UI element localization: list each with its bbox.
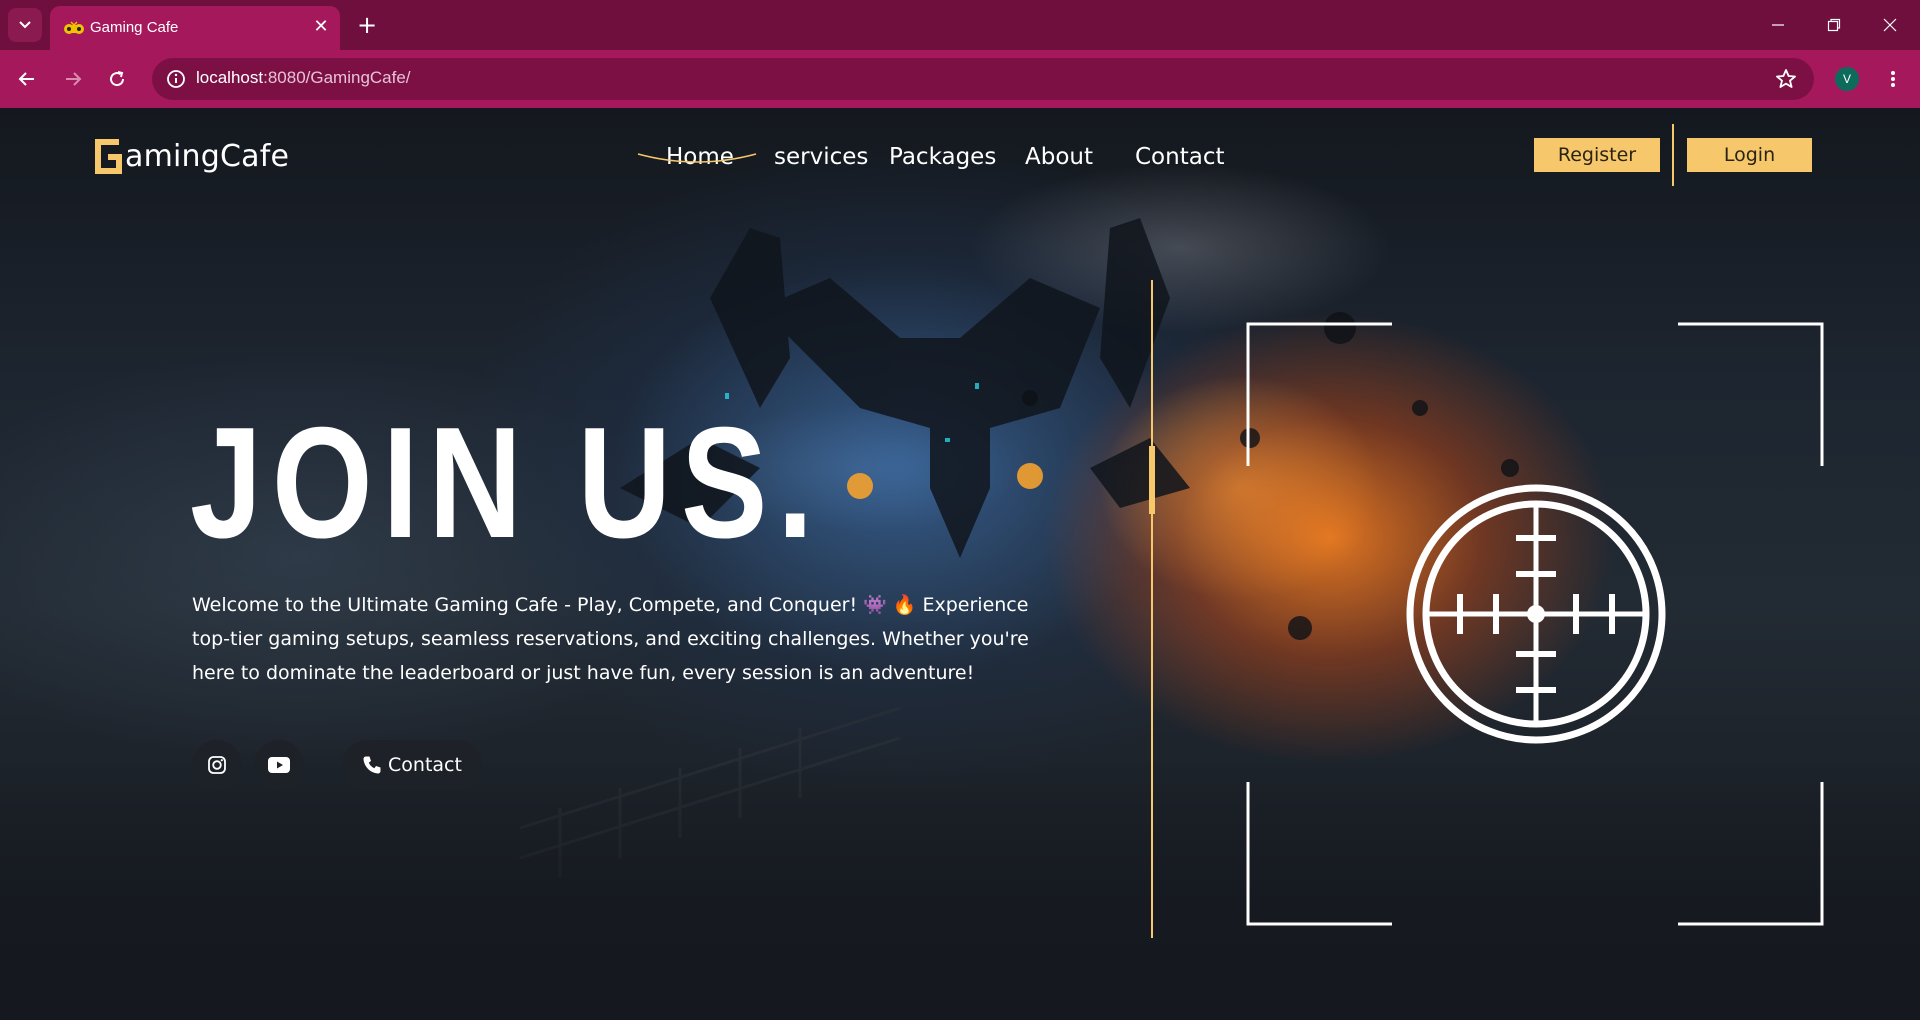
profile-avatar[interactable]: V bbox=[1835, 67, 1859, 91]
browser-tab-bar: Gaming Cafe ✕ + bbox=[0, 0, 1920, 50]
reload-icon bbox=[110, 71, 125, 87]
nav-about[interactable]: About bbox=[1025, 144, 1093, 170]
nav-contact[interactable]: Contact bbox=[1135, 144, 1224, 170]
chevron-down-icon bbox=[19, 21, 31, 29]
tab-search-button[interactable] bbox=[8, 8, 42, 42]
crosshair-icon bbox=[1406, 484, 1666, 744]
phone-icon bbox=[363, 756, 381, 774]
register-button[interactable]: Register bbox=[1534, 138, 1660, 172]
site-info-icon[interactable] bbox=[164, 67, 188, 91]
hero-contact-button[interactable]: Contact bbox=[342, 740, 482, 790]
nav-active-underline bbox=[637, 153, 757, 163]
browser-menu-button[interactable] bbox=[1880, 66, 1906, 92]
instagram-icon bbox=[208, 756, 226, 774]
hero-divider-marker bbox=[1149, 446, 1155, 514]
hero-description: Welcome to the Ultimate Gaming Cafe - Pl… bbox=[192, 594, 1029, 684]
restore-icon bbox=[1827, 18, 1841, 32]
back-button[interactable] bbox=[10, 62, 44, 96]
login-button[interactable]: Login bbox=[1687, 138, 1812, 172]
arrow-left-icon bbox=[18, 72, 34, 86]
tab-title: Gaming Cafe bbox=[90, 19, 179, 36]
forward-button[interactable] bbox=[56, 62, 90, 96]
hero-page: amingCafe Home services Packages About C… bbox=[0, 108, 1920, 1020]
site-header: amingCafe Home services Packages About C… bbox=[0, 108, 1920, 198]
minimize-icon bbox=[1772, 24, 1784, 26]
hero-title: JOIN US. bbox=[190, 395, 824, 571]
restore-button[interactable] bbox=[1806, 0, 1862, 50]
header-divider bbox=[1672, 124, 1674, 186]
instagram-button[interactable] bbox=[192, 740, 242, 790]
new-tab-button[interactable]: + bbox=[352, 10, 382, 40]
close-window-button[interactable] bbox=[1862, 0, 1918, 50]
arrow-right-icon bbox=[66, 72, 82, 86]
url-text[interactable]: localhost:8080/GamingCafe/ bbox=[196, 68, 411, 88]
youtube-button[interactable] bbox=[254, 740, 304, 790]
minimize-button[interactable] bbox=[1750, 0, 1806, 50]
browser-toolbar: localhost:8080/GamingCafe/ V bbox=[0, 50, 1920, 108]
close-icon bbox=[1883, 18, 1897, 32]
bookmark-star-icon[interactable] bbox=[1774, 67, 1798, 91]
hero-contact-label: Contact bbox=[388, 754, 462, 776]
address-bar[interactable]: localhost:8080/GamingCafe/ bbox=[152, 58, 1814, 100]
more-vertical-icon bbox=[1891, 71, 1895, 87]
gamepad-favicon-icon bbox=[64, 21, 84, 34]
reload-button[interactable] bbox=[100, 62, 134, 96]
tab-close-icon[interactable]: ✕ bbox=[310, 16, 332, 38]
nav-packages[interactable]: Packages bbox=[889, 144, 996, 170]
browser-tab[interactable]: Gaming Cafe ✕ bbox=[50, 6, 340, 50]
youtube-icon bbox=[268, 757, 290, 773]
hero-vertical-divider bbox=[1151, 280, 1153, 938]
nav-services[interactable]: services bbox=[774, 144, 868, 170]
